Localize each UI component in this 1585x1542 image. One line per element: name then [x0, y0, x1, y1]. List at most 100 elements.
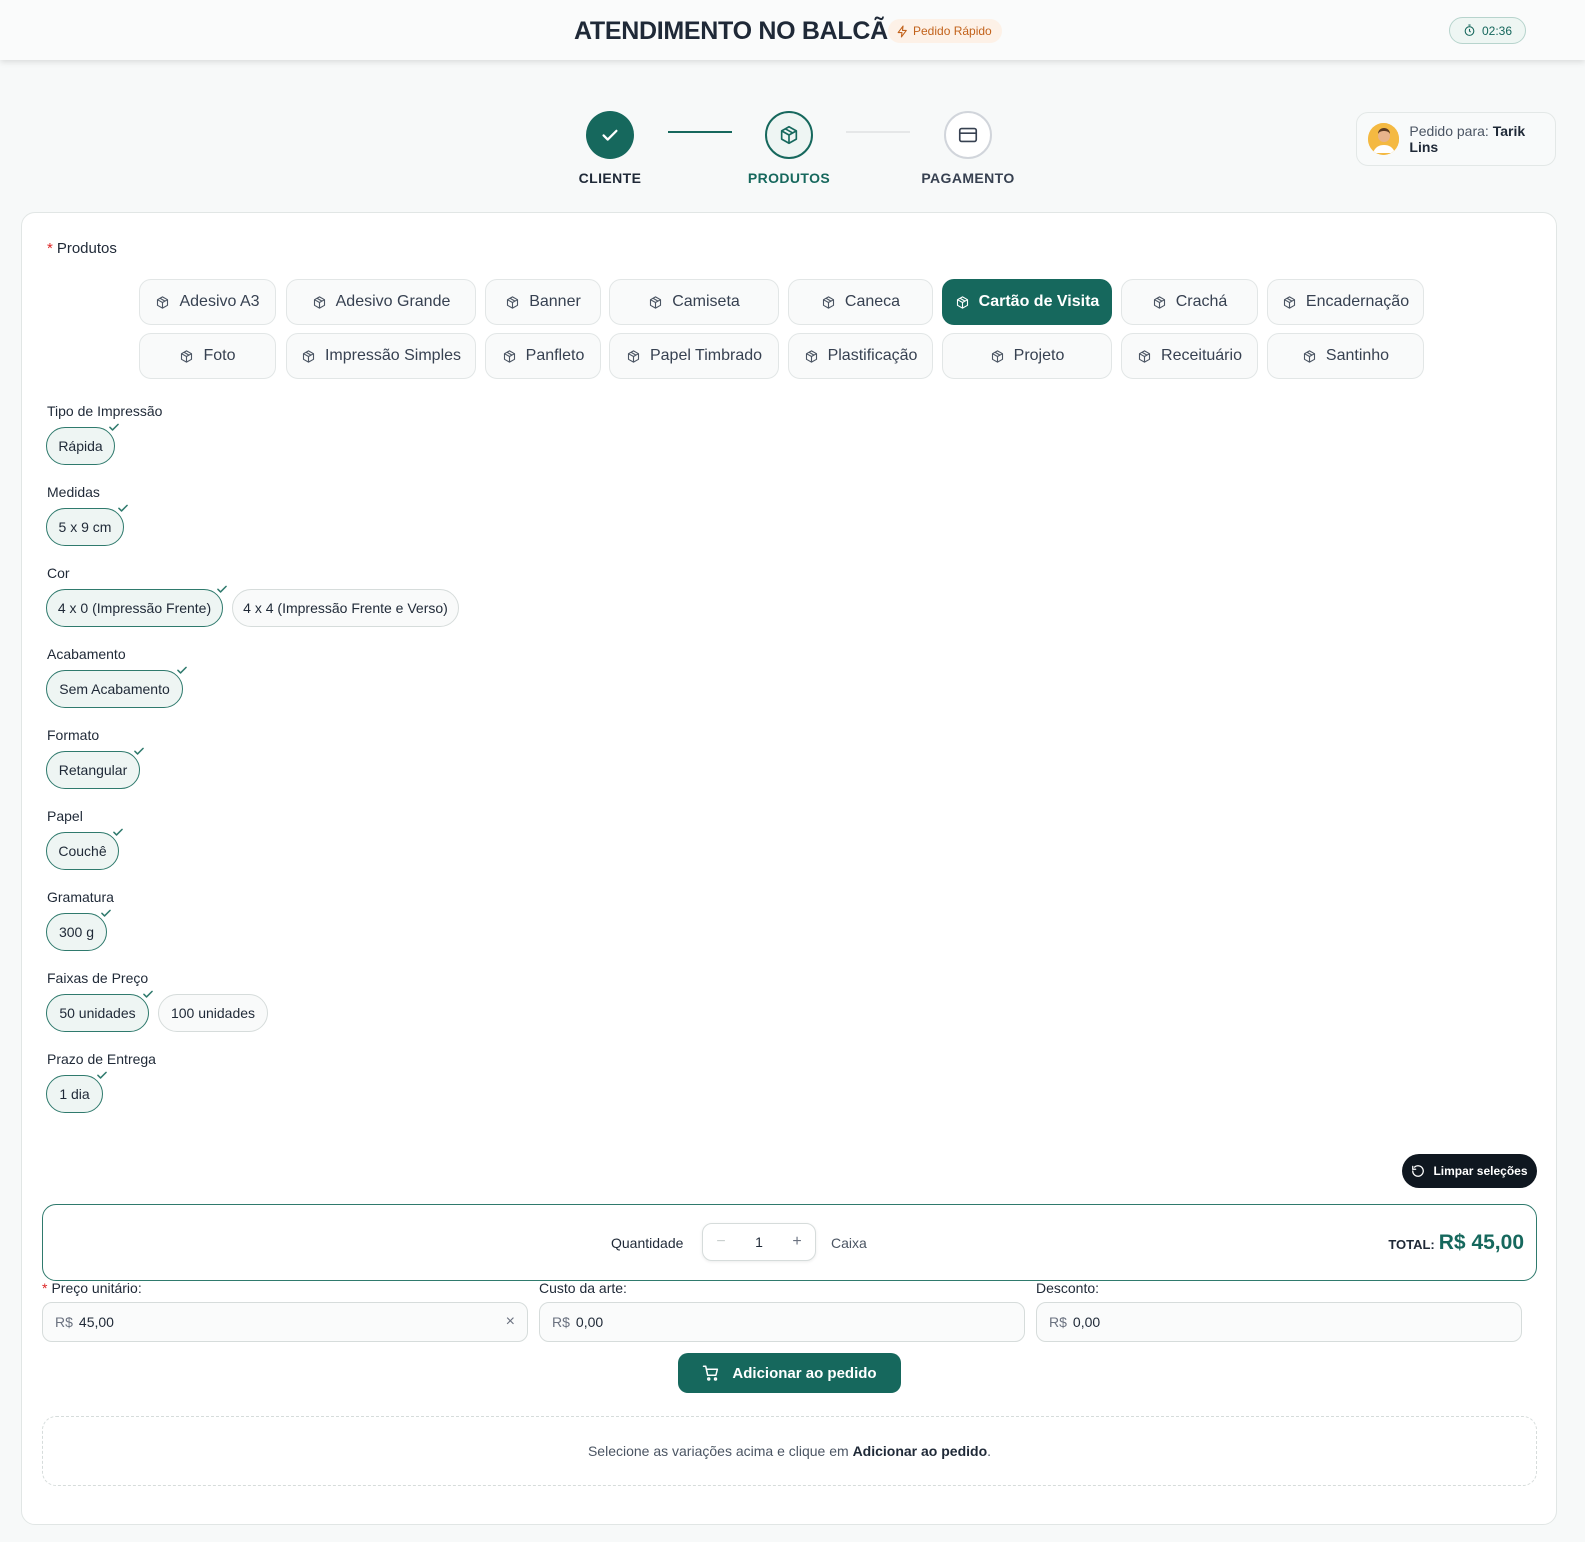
preco-unitario-field[interactable]: R$ × [42, 1302, 528, 1342]
variation-group-label: Formato [47, 727, 100, 743]
product-label: Projeto [1013, 347, 1065, 364]
desconto-input[interactable] [1072, 1314, 1509, 1330]
adicionar-ao-pedido-button[interactable]: Adicionar ao pedido [678, 1353, 901, 1393]
custo-arte-input[interactable] [575, 1314, 1012, 1330]
box-icon [1152, 295, 1167, 310]
product-button[interactable]: Receituário [1121, 333, 1258, 379]
product-button[interactable]: Plastificação [788, 333, 933, 379]
check-icon [215, 582, 229, 596]
product-button[interactable]: Foto [139, 333, 276, 379]
desconto-field[interactable]: R$ [1036, 1302, 1522, 1342]
variation-option-chip[interactable]: 100 unidades [158, 994, 268, 1032]
avatar [1368, 123, 1400, 155]
desconto-label: Desconto: [1036, 1280, 1100, 1296]
box-icon [1302, 349, 1317, 364]
product-button[interactable]: Papel Timbrado [609, 333, 779, 379]
hint-suffix: . [987, 1443, 992, 1459]
check-icon [132, 744, 146, 758]
timer-value: 02:36 [1482, 23, 1513, 38]
increment-button[interactable]: + [787, 1233, 807, 1251]
product-button[interactable]: Adesivo A3 [139, 279, 276, 325]
box-icon [821, 295, 836, 310]
option-label: Rápida [58, 438, 103, 454]
product-button[interactable]: Adesivo Grande [286, 279, 476, 325]
variation-option-chip[interactable]: 5 x 9 cm [46, 504, 128, 546]
empty-items-hint: Selecione as variações acima e clique em… [42, 1416, 1537, 1486]
product-button[interactable]: Cartão de Visita [942, 279, 1112, 325]
box-icon [502, 349, 517, 364]
produtos-card: * Produtos Adesivo A3 Adesivo Grande Banner… [21, 212, 1557, 1525]
variation-option-chip[interactable]: 4 x 4 (Impressão Frente e Verso) [232, 589, 459, 627]
product-button[interactable]: Camiseta [609, 279, 779, 325]
product-label: Crachá [1175, 293, 1228, 310]
product-button[interactable]: Caneca [788, 279, 933, 325]
step-cliente-circle[interactable] [586, 111, 634, 159]
quantidade-label: Quantidade [611, 1235, 684, 1251]
quantity-panel: Quantidade − 1 + Caixa TOTAL: R$ 45,00 [42, 1204, 1537, 1281]
preco-label-text: Preço unitário: [51, 1280, 142, 1296]
option-label: 50 unidades [59, 1005, 136, 1021]
quantity-value[interactable]: 1 [755, 1234, 763, 1250]
box-icon [1137, 349, 1152, 364]
total-value: R$ 45,00 [1438, 1231, 1524, 1254]
pedido-para-card[interactable]: Pedido para: Tarik Lins [1356, 112, 1556, 166]
variation-option-chip[interactable]: Rápida [46, 423, 119, 465]
product-label: Cartão de Visita [978, 293, 1100, 310]
clear-icon[interactable]: × [506, 1313, 515, 1331]
product-button[interactable]: Impressão Simples [286, 333, 476, 379]
product-button[interactable]: Projeto [942, 333, 1112, 379]
custo-arte-label: Custo da arte: [539, 1280, 627, 1296]
product-button[interactable]: Crachá [1121, 279, 1258, 325]
product-button[interactable]: Banner [485, 279, 601, 325]
decrement-button[interactable]: − [711, 1233, 731, 1251]
product-button[interactable]: Encadernação [1267, 279, 1424, 325]
limpar-label: Limpar seleções [1433, 1164, 1528, 1178]
preco-unitario-label: * Preço unitário: [42, 1280, 142, 1296]
option-label: Couchê [58, 843, 107, 859]
produtos-title-label: Produtos [56, 240, 117, 257]
currency-prefix: R$ [552, 1314, 570, 1330]
product-label: Foto [203, 347, 236, 364]
variation-option-chip[interactable]: 50 unidades [46, 990, 153, 1032]
variation-group-label: Prazo de Entrega [47, 1051, 156, 1067]
preco-unitario-input[interactable] [78, 1314, 506, 1330]
unit-label: Caixa [831, 1235, 867, 1251]
product-button[interactable]: Santinho [1267, 333, 1424, 379]
product-button[interactable]: Panfleto [485, 333, 601, 379]
box-icon [990, 349, 1005, 364]
check-icon [602, 129, 618, 141]
variation-option-chip[interactable]: Couchê [46, 828, 123, 870]
variation-option-chip[interactable]: 300 g [46, 909, 111, 951]
variation-group-label: Acabamento [47, 646, 126, 662]
check-icon [175, 663, 189, 677]
variation-option-chip[interactable]: 4 x 0 (Impressão Frente) [46, 585, 227, 627]
currency-prefix: R$ [1049, 1314, 1067, 1330]
hint-action: Adicionar ao pedido [852, 1443, 988, 1459]
pedido-para-prefix: Pedido para: [1409, 123, 1489, 139]
step-produtos-circle[interactable] [765, 111, 813, 159]
box-icon [155, 295, 170, 310]
custo-arte-field[interactable]: R$ [539, 1302, 1025, 1342]
check-icon [141, 987, 155, 1001]
check-icon [107, 420, 121, 434]
step-pagamento-circle[interactable] [944, 111, 992, 159]
stopwatch-icon [1464, 24, 1475, 36]
product-label: Plastificação [827, 347, 918, 364]
option-label: 300 g [58, 924, 95, 940]
currency-prefix: R$ [55, 1314, 73, 1330]
required-marker: * [47, 240, 53, 257]
required-marker: * [42, 1280, 48, 1296]
variation-option-chip[interactable]: Sem Acabamento [46, 666, 187, 708]
product-label: Receituário [1161, 347, 1242, 364]
cart-icon [703, 1365, 719, 1381]
variation-option-chip[interactable]: Retangular [46, 747, 144, 789]
box-icon [955, 295, 970, 310]
option-label: 4 x 0 (Impressão Frente) [57, 600, 212, 616]
quantity-stepper[interactable]: − 1 + [702, 1223, 816, 1261]
variation-group-label: Cor [47, 565, 70, 581]
product-label: Encadernação [1305, 293, 1410, 310]
badge-label: Pedido Rápido [913, 24, 992, 38]
variation-option-chip[interactable]: 1 dia [46, 1071, 107, 1113]
reset-icon [1412, 1165, 1425, 1177]
limpar-selecoes-button[interactable]: Limpar seleções [1402, 1154, 1537, 1188]
